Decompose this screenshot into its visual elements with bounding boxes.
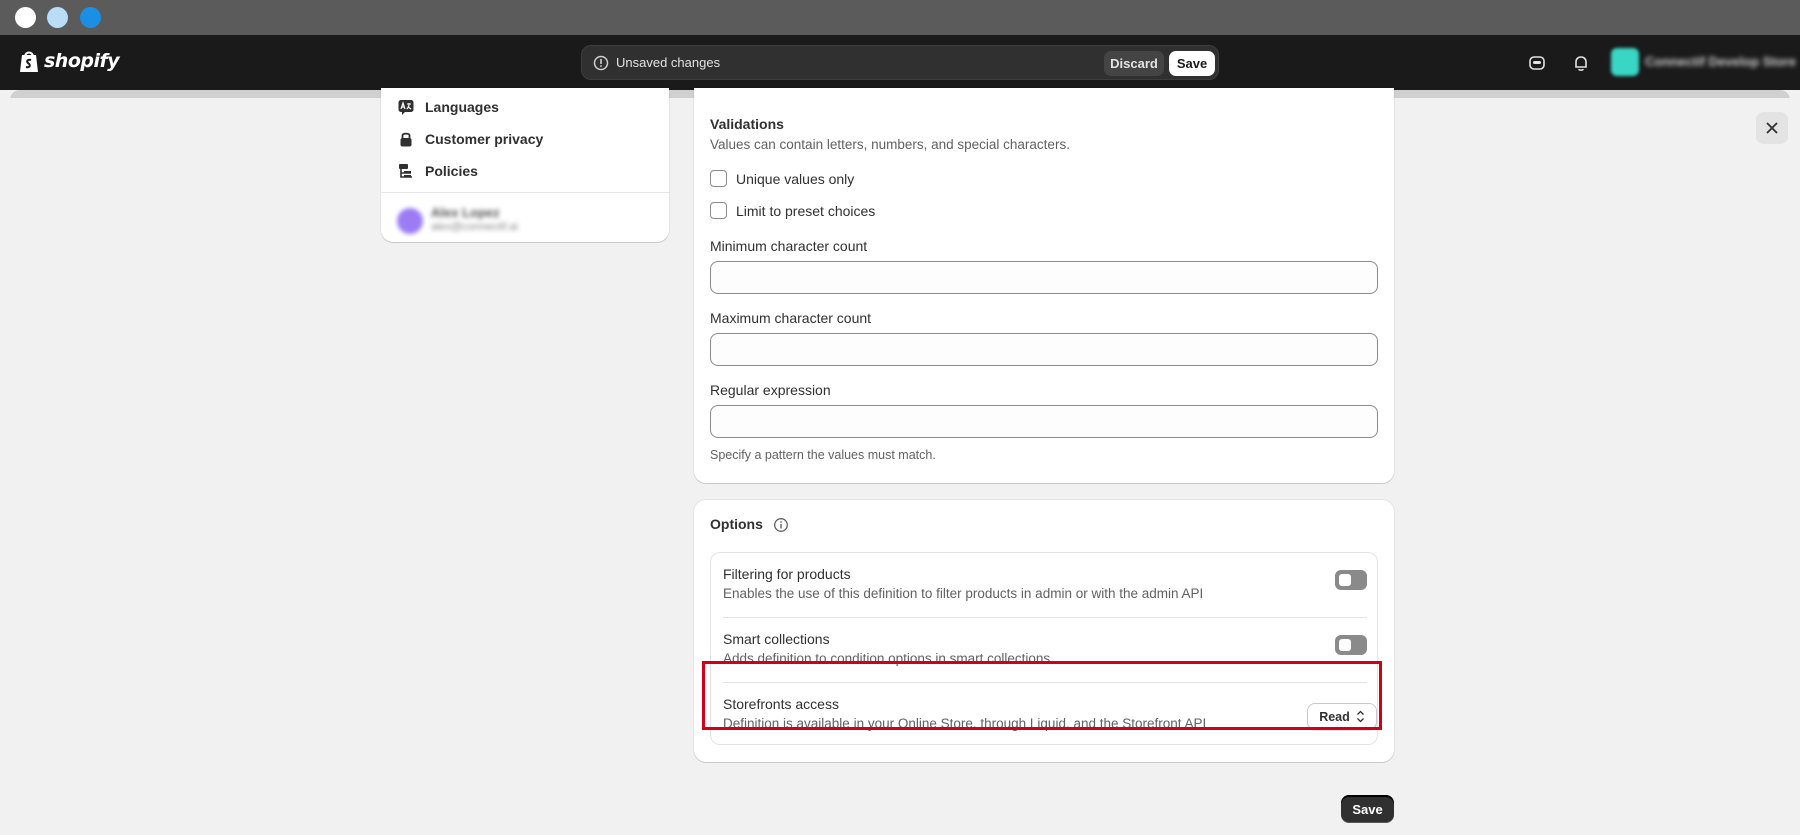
save-button-top[interactable]: Save	[1169, 51, 1215, 76]
sidebar-item-label: Policies	[425, 163, 478, 179]
store-name[interactable]: Connectif Develop Store	[1645, 54, 1796, 69]
min-char-input[interactable]	[710, 261, 1378, 294]
sidebar-item-languages[interactable]: Languages	[397, 96, 499, 118]
option-title: Filtering for products	[723, 566, 851, 582]
info-icon[interactable]	[773, 517, 789, 533]
option-divider	[723, 617, 1367, 618]
discard-button[interactable]: Discard	[1104, 51, 1164, 76]
sidebar-item-policies[interactable]: Policies	[397, 160, 478, 182]
min-char-label: Minimum character count	[710, 238, 868, 254]
checkbox-label: Limit to preset choices	[736, 202, 876, 219]
bell-icon[interactable]	[1571, 53, 1591, 73]
window-maximize-dot[interactable]	[80, 7, 101, 28]
option-title: Smart collections	[723, 631, 830, 647]
regex-label: Regular expression	[710, 382, 831, 398]
close-icon	[1766, 122, 1778, 134]
options-title-row: Options	[710, 516, 789, 533]
preset-choices-checkbox[interactable]	[710, 202, 727, 219]
unsaved-message: Unsaved changes	[616, 55, 721, 70]
settings-sidebar: Languages Customer privacy Policies Alex…	[381, 88, 669, 242]
close-button[interactable]	[1756, 112, 1788, 144]
highlight-box	[702, 661, 1382, 730]
validations-subtitle: Values can contain letters, numbers, and…	[710, 137, 1070, 152]
shopify-logo[interactable]: shopify	[18, 48, 120, 74]
validations-title: Validations	[710, 116, 784, 132]
preset-choices-checkbox-row[interactable]: Limit to preset choices	[710, 202, 875, 219]
alert-circle-icon	[593, 55, 609, 71]
user-name[interactable]: Alex Lopez	[431, 205, 500, 220]
max-char-label: Maximum character count	[710, 310, 872, 326]
unique-values-checkbox-row[interactable]: Unique values only	[710, 170, 854, 187]
window-close-dot[interactable]	[15, 7, 36, 28]
sidekick-icon[interactable]	[1527, 53, 1547, 73]
sidebar-divider	[381, 192, 669, 193]
validations-card: Validations Values can contain letters, …	[694, 88, 1394, 483]
store-avatar[interactable]	[1611, 48, 1639, 76]
options-card: Options Filtering for products Enables t…	[694, 500, 1394, 762]
checkbox-label: Unique values only	[736, 170, 855, 187]
save-button[interactable]: Save	[1341, 795, 1394, 823]
languages-icon	[398, 100, 414, 115]
lock-icon	[400, 132, 412, 147]
unsaved-changes-bar: Unsaved changes Discard Save	[581, 45, 1219, 80]
window-titlebar	[0, 0, 1800, 35]
regex-input[interactable]	[710, 405, 1378, 438]
smart-collections-toggle[interactable]	[1335, 635, 1367, 655]
settings-panel: Languages Customer privacy Policies Alex…	[0, 88, 1800, 835]
window-minimize-dot[interactable]	[47, 7, 68, 28]
shopify-bag-icon	[20, 51, 38, 72]
user-avatar[interactable]	[397, 208, 423, 234]
unique-values-checkbox[interactable]	[710, 170, 727, 187]
user-email: alex@connectif.ai	[431, 221, 518, 233]
policies-icon	[399, 164, 412, 178]
option-description: Enables the use of this definition to fi…	[723, 586, 1204, 601]
max-char-input[interactable]	[710, 333, 1378, 366]
sidebar-item-label: Customer privacy	[425, 131, 544, 147]
filtering-products-toggle[interactable]	[1335, 570, 1367, 590]
sidebar-item-customer-privacy[interactable]: Customer privacy	[397, 128, 543, 150]
regex-help-text: Specify a pattern the values must match.	[710, 448, 936, 462]
option-filtering-products: Filtering for products Enables the use o…	[723, 566, 1367, 608]
options-title: Options	[710, 516, 763, 532]
admin-topbar: shopify Unsaved changes Discard Save Con…	[0, 35, 1800, 90]
brand-name: shopify	[44, 50, 120, 72]
sidebar-item-label: Languages	[425, 99, 499, 115]
